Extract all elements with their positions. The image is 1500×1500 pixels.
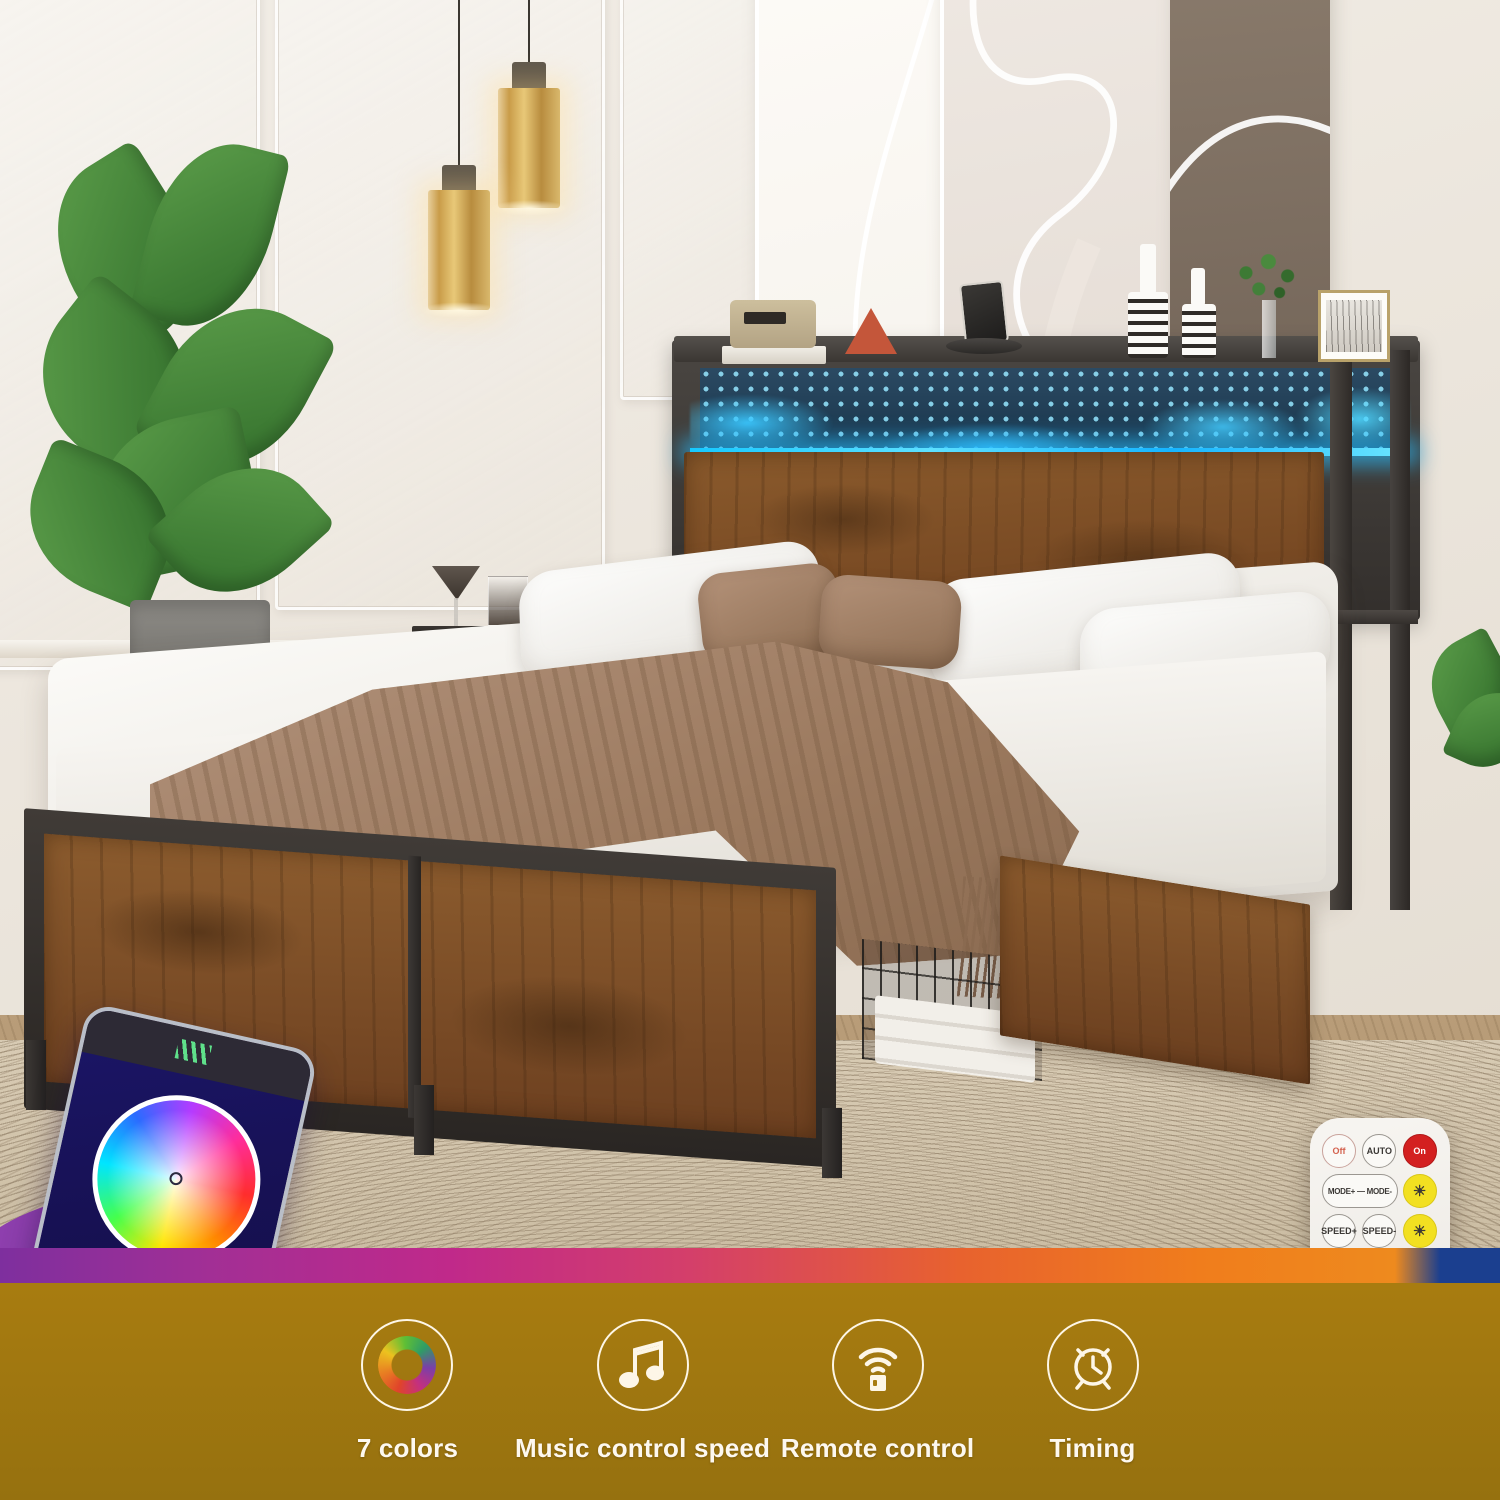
- feature-list: 7 colors Music control speed Remote cont…: [0, 1283, 1500, 1500]
- music-note-icon: [596, 1319, 689, 1411]
- feature-label: Music control speed: [514, 1433, 771, 1463]
- vintage-radio: [730, 300, 816, 348]
- feature-label: Remote control: [780, 1433, 975, 1463]
- striped-vase-large: [1128, 292, 1168, 358]
- bed-leg: [26, 1040, 46, 1110]
- wireless-charger-base: [946, 338, 1022, 354]
- vase-neck: [1191, 268, 1205, 306]
- vase-neck: [1140, 244, 1156, 294]
- headboard-side-shelf: [1330, 610, 1418, 624]
- decorative-cushion: [817, 573, 963, 671]
- feature-7-colors: 7 colors: [300, 1319, 515, 1464]
- remote-button-speed-down[interactable]: SPEED-: [1362, 1214, 1397, 1248]
- remote-button-speed-up[interactable]: SPEED+: [1321, 1214, 1357, 1248]
- glass-vase: [1262, 300, 1276, 358]
- remote-button-auto[interactable]: AUTO: [1362, 1134, 1397, 1168]
- bed-leg: [414, 1085, 434, 1155]
- gradient-accent-strip: [0, 1248, 1500, 1286]
- remote-button-on[interactable]: On: [1402, 1134, 1437, 1168]
- color-ring-icon: [361, 1319, 454, 1411]
- pendant-glow: [420, 302, 498, 318]
- footboard-divider: [408, 855, 421, 1119]
- photo-image: [1326, 300, 1382, 352]
- remote-button-mode[interactable]: MODE+ — MODE-: [1322, 1174, 1398, 1208]
- pendant-light-right: [498, 88, 560, 208]
- alarm-clock-icon: [1046, 1319, 1139, 1411]
- remote-button-brightness-up[interactable]: ☀: [1402, 1174, 1437, 1208]
- pendant-cord: [458, 0, 460, 168]
- pendant-cord: [528, 0, 530, 65]
- feature-timing: Timing: [985, 1319, 1200, 1464]
- book: [722, 346, 826, 364]
- product-image: ☀ ☀ ♬ □□ ∿∿ Off AUTO On MODE+: [0, 0, 1500, 1500]
- remote-signal-icon: [831, 1319, 924, 1411]
- feature-music-control: Music control speed: [515, 1319, 770, 1464]
- remote-button-brightness-down[interactable]: ☀: [1402, 1214, 1437, 1248]
- feature-label: Timing: [1049, 1433, 1136, 1463]
- led-glow: [690, 380, 1410, 458]
- pendant-light-left: [428, 190, 490, 310]
- bed-leg: [822, 1108, 842, 1178]
- feature-label: 7 colors: [356, 1433, 459, 1463]
- feature-remote-control: Remote control: [770, 1319, 985, 1464]
- remote-button-off[interactable]: Off: [1322, 1134, 1356, 1168]
- phone-on-charger: [958, 279, 1010, 347]
- cocktail-glass-stem: [454, 598, 458, 626]
- cone-lamp: [845, 308, 897, 354]
- radio-display: [744, 312, 786, 324]
- headboard-side-post: [1390, 350, 1410, 910]
- pendant-glow: [490, 200, 568, 216]
- striped-vase-small: [1182, 304, 1216, 358]
